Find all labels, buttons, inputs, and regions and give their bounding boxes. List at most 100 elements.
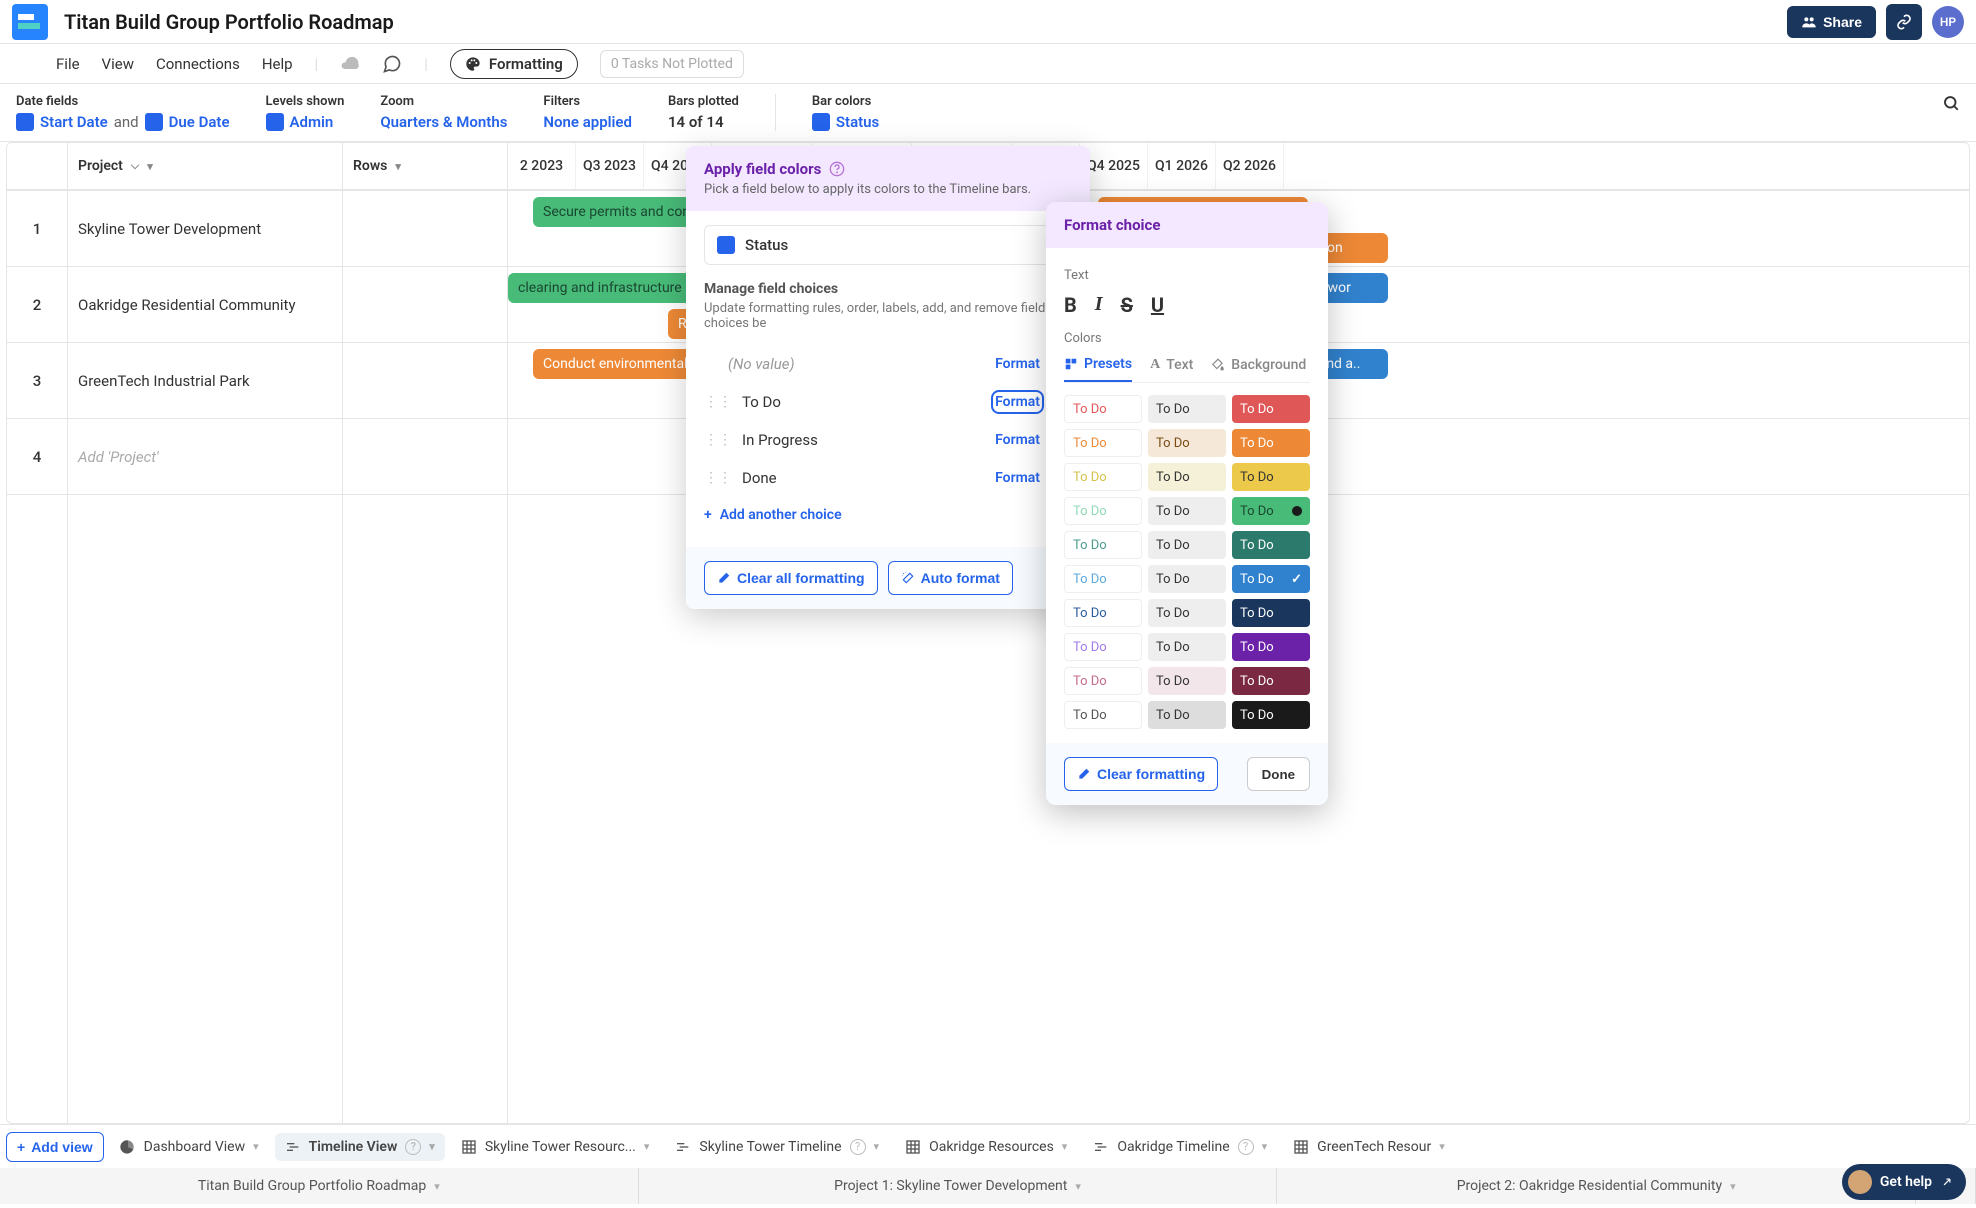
caret-down-icon[interactable]: ▾ — [1262, 1140, 1268, 1153]
group-tab[interactable]: Project 1: Skyline Tower Development▾ — [639, 1168, 1278, 1204]
caret-down-icon[interactable]: ▾ — [1062, 1140, 1068, 1153]
group-tab[interactable]: Titan Build Group Portfolio Roadmap▾ — [0, 1168, 639, 1204]
formatting-button[interactable]: Formatting — [450, 49, 578, 79]
caret-down-icon[interactable]: ▾ — [253, 1140, 259, 1153]
color-preset-swatch[interactable]: To Do — [1064, 395, 1142, 423]
add-view-button[interactable]: + Add view — [6, 1132, 104, 1162]
help-icon[interactable]: ? — [405, 1139, 421, 1155]
rows-cell[interactable] — [343, 267, 507, 343]
text-color-tab[interactable]: A Text — [1150, 356, 1193, 382]
help-icon[interactable]: ? — [850, 1139, 866, 1155]
search-icon[interactable] — [1942, 94, 1960, 112]
background-tab[interactable]: Background — [1211, 356, 1306, 382]
row-number[interactable]: 1 — [7, 191, 67, 267]
link-button[interactable] — [1886, 4, 1922, 40]
strikethrough-button[interactable]: S — [1121, 293, 1133, 317]
color-preset-swatch[interactable]: To Do — [1064, 667, 1142, 695]
format-link[interactable]: Format — [995, 394, 1040, 410]
menu-file[interactable]: File — [56, 55, 80, 73]
menu-help[interactable]: Help — [262, 55, 293, 73]
format-link[interactable]: Format — [995, 470, 1040, 486]
format-link[interactable]: Format — [995, 432, 1040, 448]
help-icon[interactable] — [829, 161, 845, 177]
color-preset-swatch[interactable]: To Do — [1148, 531, 1226, 559]
levels-group[interactable]: Levels shown Admin — [266, 94, 345, 131]
presets-tab[interactable]: Presets — [1064, 356, 1132, 382]
color-preset-swatch[interactable]: To Do — [1064, 599, 1142, 627]
drag-handle-icon[interactable]: ⋮⋮ — [704, 432, 732, 448]
rows-column-header[interactable]: Rows ▾ — [343, 143, 507, 191]
menu-view[interactable]: View — [102, 55, 134, 73]
comment-icon[interactable] — [382, 54, 402, 74]
row-number[interactable]: 2 — [7, 267, 67, 343]
group-tab[interactable]: Project 2: Oakridge Residential Communit… — [1277, 1168, 1916, 1204]
view-tab[interactable]: Skyline Tower Resourc...▾ — [451, 1133, 660, 1161]
status-field-selector[interactable]: Status — [704, 225, 1072, 265]
bold-button[interactable]: B — [1064, 293, 1077, 317]
color-preset-swatch[interactable]: To Do — [1232, 497, 1310, 525]
menu-connections[interactable]: Connections — [156, 55, 240, 73]
color-preset-swatch[interactable]: To Do — [1232, 633, 1310, 661]
get-help-button[interactable]: Get help — [1842, 1164, 1966, 1200]
color-preset-swatch[interactable]: To Do — [1148, 633, 1226, 661]
app-logo[interactable] — [12, 4, 48, 40]
color-preset-swatch[interactable]: To Do — [1064, 633, 1142, 661]
color-preset-swatch[interactable]: To Do — [1064, 497, 1142, 525]
row-number[interactable]: 3 — [7, 343, 67, 419]
done-button[interactable]: Done — [1247, 757, 1310, 791]
view-tab[interactable]: GreenTech Resour▾ — [1283, 1133, 1455, 1161]
date-fields-group[interactable]: Date fields Start Date and Due Date — [16, 94, 230, 131]
color-preset-swatch[interactable]: To Do — [1232, 395, 1310, 423]
view-tab[interactable]: Timeline View?▾ — [275, 1133, 445, 1161]
color-preset-swatch[interactable]: To Do — [1064, 531, 1142, 559]
color-preset-swatch[interactable]: To Do — [1064, 565, 1142, 593]
view-tab[interactable]: Dashboard View▾ — [110, 1133, 269, 1161]
cloud-icon[interactable] — [340, 54, 360, 74]
format-link[interactable]: Format — [995, 356, 1040, 372]
color-preset-swatch[interactable]: To Do — [1064, 463, 1142, 491]
clear-formatting-button[interactable]: Clear formatting — [1064, 757, 1218, 791]
color-preset-swatch[interactable]: To Do — [1232, 599, 1310, 627]
project-cell[interactable]: GreenTech Industrial Park — [68, 343, 342, 419]
not-plotted-badge[interactable]: 0 Tasks Not Plotted — [600, 50, 744, 78]
help-icon[interactable]: ? — [1238, 1139, 1254, 1155]
user-avatar[interactable]: HP — [1932, 6, 1964, 38]
caret-down-icon[interactable]: ▾ — [874, 1140, 880, 1153]
color-preset-swatch[interactable]: To Do — [1148, 395, 1226, 423]
add-project-cell[interactable]: Add 'Project' — [68, 419, 342, 495]
color-preset-swatch[interactable]: To Do — [1148, 599, 1226, 627]
project-column-header[interactable]: Project ⌵ ▾ — [68, 143, 342, 191]
project-cell[interactable]: Skyline Tower Development — [68, 191, 342, 267]
caret-down-icon[interactable]: ▾ — [644, 1140, 650, 1153]
share-button[interactable]: Share — [1787, 6, 1876, 38]
zoom-group[interactable]: Zoom Quarters & Months — [380, 94, 507, 131]
drag-handle-icon[interactable]: ⋮⋮ — [704, 470, 732, 486]
color-preset-swatch[interactable]: To Do — [1148, 667, 1226, 695]
add-choice-button[interactable]: + Add another choice — [704, 497, 1072, 533]
color-preset-swatch[interactable]: To Do✓ — [1232, 565, 1310, 593]
auto-format-button[interactable]: Auto format — [888, 561, 1013, 595]
color-preset-swatch[interactable]: To Do — [1064, 701, 1142, 729]
color-preset-swatch[interactable]: To Do — [1148, 463, 1226, 491]
caret-down-icon[interactable]: ▾ — [147, 160, 153, 173]
color-preset-swatch[interactable]: To Do — [1148, 701, 1226, 729]
color-preset-swatch[interactable]: To Do — [1232, 429, 1310, 457]
color-preset-swatch[interactable]: To Do — [1232, 667, 1310, 695]
rows-cell[interactable] — [343, 343, 507, 419]
color-preset-swatch[interactable]: To Do — [1064, 429, 1142, 457]
view-tab[interactable]: Skyline Tower Timeline?▾ — [665, 1133, 889, 1161]
barcolors-group[interactable]: Bar colors Status — [812, 94, 879, 131]
caret-down-icon[interactable]: ▾ — [395, 160, 401, 173]
color-preset-swatch[interactable]: To Do — [1148, 565, 1226, 593]
filters-group[interactable]: Filters None applied — [543, 94, 632, 131]
view-tab[interactable]: Oakridge Resources▾ — [895, 1133, 1077, 1161]
color-preset-swatch[interactable]: To Do — [1232, 531, 1310, 559]
project-cell[interactable]: Oakridge Residential Community — [68, 267, 342, 343]
caret-down-icon[interactable]: ▾ — [429, 1140, 435, 1153]
color-preset-swatch[interactable]: To Do — [1148, 429, 1226, 457]
rows-cell[interactable] — [343, 191, 507, 267]
color-preset-swatch[interactable]: To Do — [1232, 701, 1310, 729]
drag-handle-icon[interactable]: ⋮⋮ — [704, 394, 732, 410]
italic-button[interactable]: I — [1095, 293, 1103, 317]
clear-all-formatting-button[interactable]: Clear all formatting — [704, 561, 878, 595]
